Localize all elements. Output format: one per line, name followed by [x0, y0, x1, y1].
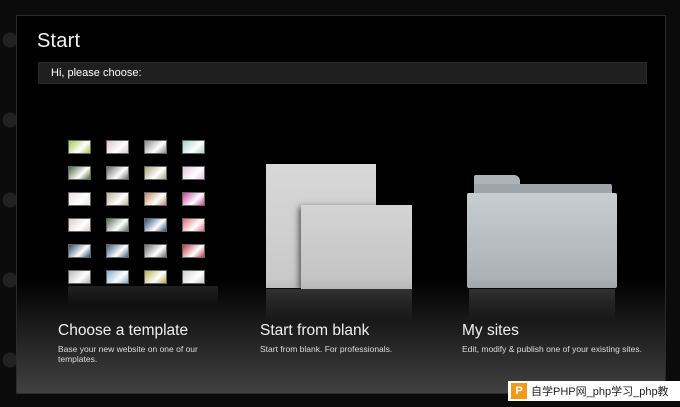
- option-title[interactable]: Start from blank: [260, 322, 440, 340]
- template-thumbnail[interactable]: [68, 244, 91, 258]
- watermark-text: 自学PHP网_php学习_php教: [531, 386, 669, 398]
- template-thumbnail[interactable]: [68, 166, 91, 180]
- option-description: Edit, modify & publish one of your exist…: [462, 344, 643, 354]
- template-thumbnail[interactable]: [144, 140, 167, 154]
- option-title[interactable]: Choose a template: [58, 322, 238, 340]
- template-thumbnail[interactable]: [144, 166, 167, 180]
- template-thumbnail[interactable]: [106, 270, 129, 284]
- template-thumbnail[interactable]: [182, 166, 205, 180]
- option-title[interactable]: My sites: [462, 322, 642, 340]
- option-my-sites[interactable]: My sites Edit, modify & publish one of y…: [462, 322, 642, 354]
- option-start-blank[interactable]: Start from blank Start from blank. For p…: [260, 322, 440, 354]
- folder-reflection: [469, 289, 615, 321]
- template-thumbnail[interactable]: [106, 166, 129, 180]
- folder-front: [467, 193, 617, 288]
- template-thumbnail[interactable]: [68, 218, 91, 232]
- template-thumbnail[interactable]: [182, 140, 205, 154]
- template-thumbnail[interactable]: [182, 244, 205, 258]
- template-gallery-icon[interactable]: [68, 140, 218, 300]
- start-dialog: Start Hi, please choose: Choose a templa…: [16, 15, 666, 394]
- template-thumbnail[interactable]: [144, 192, 167, 206]
- template-thumbnail[interactable]: [144, 270, 167, 284]
- template-thumbnail[interactable]: [144, 218, 167, 232]
- template-thumbnail[interactable]: [182, 218, 205, 232]
- page-title: Start: [37, 30, 81, 52]
- template-thumbnail[interactable]: [106, 192, 129, 206]
- template-thumbnail[interactable]: [182, 192, 205, 206]
- template-thumbnail[interactable]: [144, 244, 167, 258]
- template-thumbnail[interactable]: [106, 218, 129, 232]
- watermark-logo-icon: P: [511, 383, 527, 399]
- option-description: Base your new website on one of our temp…: [58, 344, 198, 364]
- prompt-bar: Hi, please choose:: [38, 62, 647, 84]
- option-choose-template[interactable]: Choose a template Base your new website …: [58, 322, 238, 364]
- template-gallery-reflection: [68, 286, 218, 306]
- option-description: Start from blank. For professionals.: [260, 344, 393, 354]
- template-thumbnail[interactable]: [68, 192, 91, 206]
- watermark: P 自学PHP网_php学习_php教: [508, 381, 680, 401]
- template-thumbnail[interactable]: [68, 140, 91, 154]
- template-thumbnail[interactable]: [106, 244, 129, 258]
- template-thumbnail[interactable]: [106, 140, 129, 154]
- blank-page-reflection: [266, 289, 412, 321]
- template-thumbnail[interactable]: [68, 270, 91, 284]
- template-thumbnail[interactable]: [182, 270, 205, 284]
- blank-page-front: [301, 205, 412, 289]
